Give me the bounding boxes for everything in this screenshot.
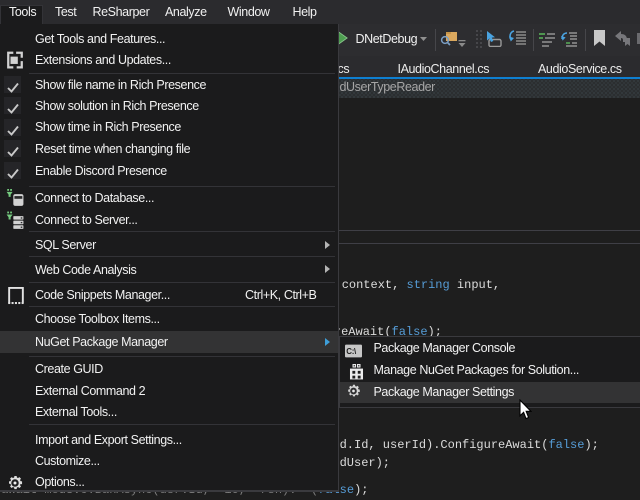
svg-text:C:\: C:\ <box>346 347 357 356</box>
